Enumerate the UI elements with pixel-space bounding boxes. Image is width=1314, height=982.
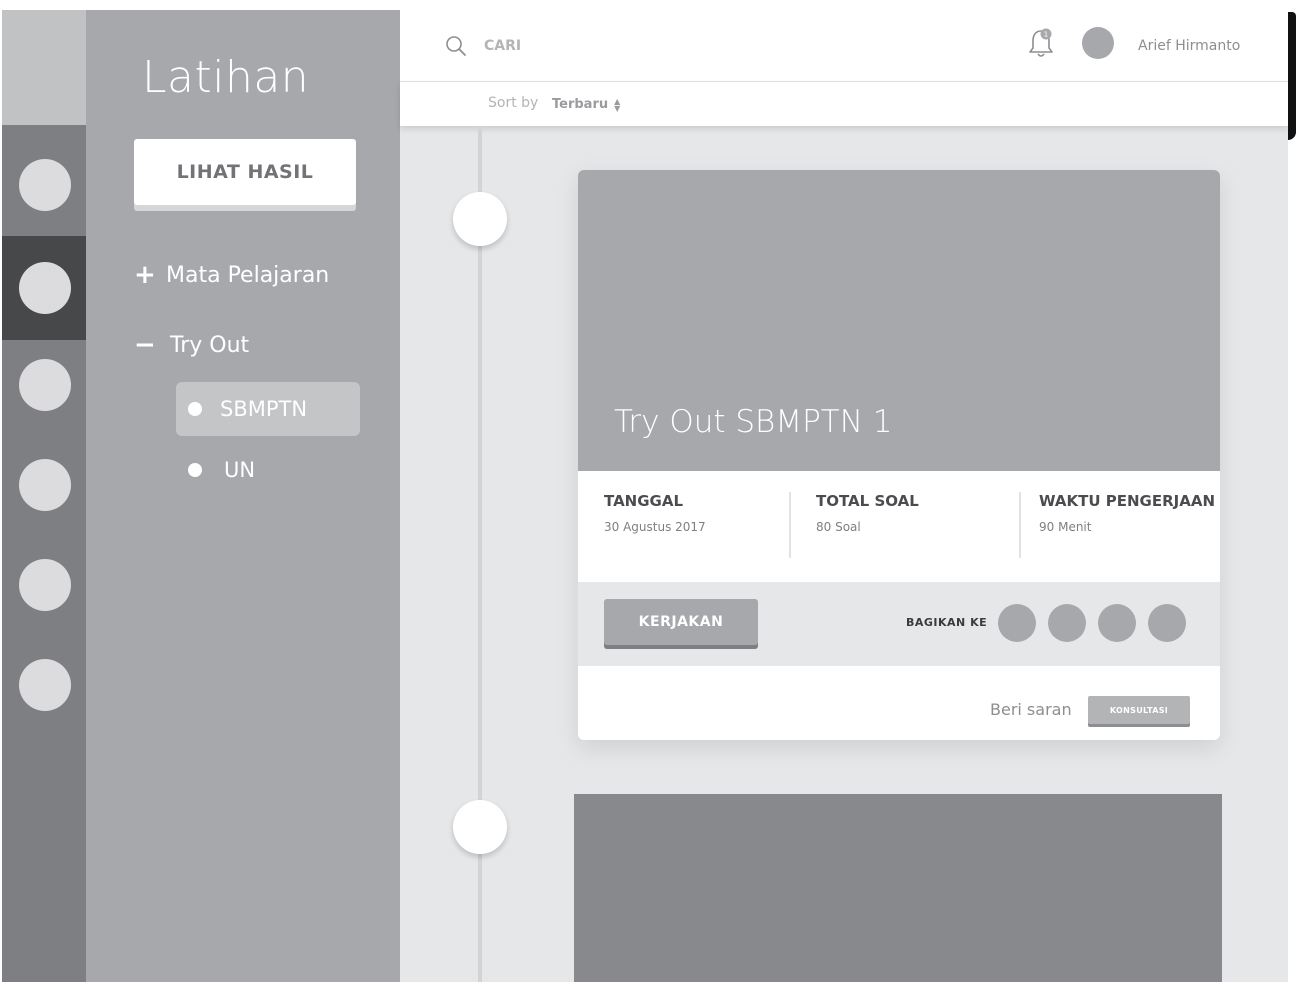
minus-icon: − [134,330,156,360]
stat-label: WAKTU PENGERJAAN [1039,492,1215,510]
stat-total-soal: TOTAL SOAL 80 Soal [816,492,919,534]
rail-item-5[interactable] [2,535,88,635]
card-title: Try Out SBMPTN 1 [614,404,893,440]
suggest-label: Beri saran [990,700,1072,719]
submenu-item-label: UN [224,458,256,482]
notification-count: 1 [1044,31,1048,39]
divider [789,492,791,558]
share-icon-2[interactable] [1048,604,1086,642]
tryout-card: Try Out SBMPTN 1 TANGGAL 30 Agustus 2017… [578,170,1220,740]
rail-icon [19,359,71,411]
sort-select[interactable]: Terbaru ▲ ▼ [552,97,620,112]
submenu-item-label: SBMPTN [220,397,308,421]
submenu-item-sbmptn[interactable]: SBMPTN [176,382,360,436]
window-shadow [1288,12,1296,140]
submenu-item-un[interactable]: UN [176,443,360,497]
rail-item-1[interactable] [2,135,88,235]
plus-icon: + [134,260,156,290]
timeline-dot [453,800,507,854]
stat-label: TANGGAL [604,492,684,510]
stat-tanggal: TANGGAL 30 Agustus 2017 [604,492,706,534]
bullet-icon [188,402,202,416]
share-icon-4[interactable] [1148,604,1186,642]
sort-value: Terbaru [552,97,609,112]
sidebar-item-label: Mata Pelajaran [166,262,330,288]
rail-icon [19,659,71,711]
divider [1019,492,1021,558]
stat-waktu: WAKTU PENGERJAAN 90 Menit [1039,492,1215,534]
top-bar: CARI 1 Arief Hirmanto [400,10,1288,82]
share-icon-3[interactable] [1098,604,1136,642]
bullet-icon [188,463,202,477]
lihat-hasil-button[interactable]: LIHAT HASIL [134,139,356,205]
rail-icon [19,262,71,314]
sort-label: Sort by [488,95,539,111]
sidebar-title: Latihan [142,52,310,103]
sidebar-item-label: Try Out [170,332,250,358]
sidebar-item-try-out[interactable]: − Try Out [134,330,249,360]
icon-rail [2,10,88,982]
stat-value: 90 Menit [1039,520,1092,534]
rail-item-6[interactable] [2,635,88,735]
sort-arrows-icon: ▲ ▼ [614,96,621,113]
share-label: BAGIKAN KE [906,616,988,629]
stat-value: 30 Agustus 2017 [604,520,706,534]
timeline-dot [453,192,507,246]
stat-value: 80 Soal [816,520,861,534]
sidebar-item-mata-pelajaran[interactable]: + Mata Pelajaran [134,260,329,290]
card-actions: KERJAKAN BAGIKAN KE [578,582,1220,666]
rail-icon [19,559,71,611]
next-card-cover [574,794,1222,982]
rail-icon [19,459,71,511]
konsultasi-button[interactable]: KONSULTASI [1088,696,1190,724]
rail-item-4[interactable] [2,435,88,535]
rail-item-3[interactable] [2,335,88,435]
bell-icon[interactable]: 1 [1026,26,1056,60]
sort-bar: Sort by Terbaru ▲ ▼ [400,82,1288,126]
share-icon-1[interactable] [998,604,1036,642]
search-icon[interactable] [444,34,468,58]
stat-label: TOTAL SOAL [816,492,919,510]
rail-icon [19,159,71,211]
kerjakan-button[interactable]: KERJAKAN [604,599,758,645]
rail-item-latihan[interactable] [2,236,88,340]
rail-logo-area [2,10,86,125]
user-name[interactable]: Arief Hirmanto [1138,38,1240,54]
avatar[interactable] [1082,27,1114,59]
search-input[interactable]: CARI [484,38,521,54]
app-window: Latihan LIHAT HASIL + Mata Pelajaran − T… [2,10,1288,982]
